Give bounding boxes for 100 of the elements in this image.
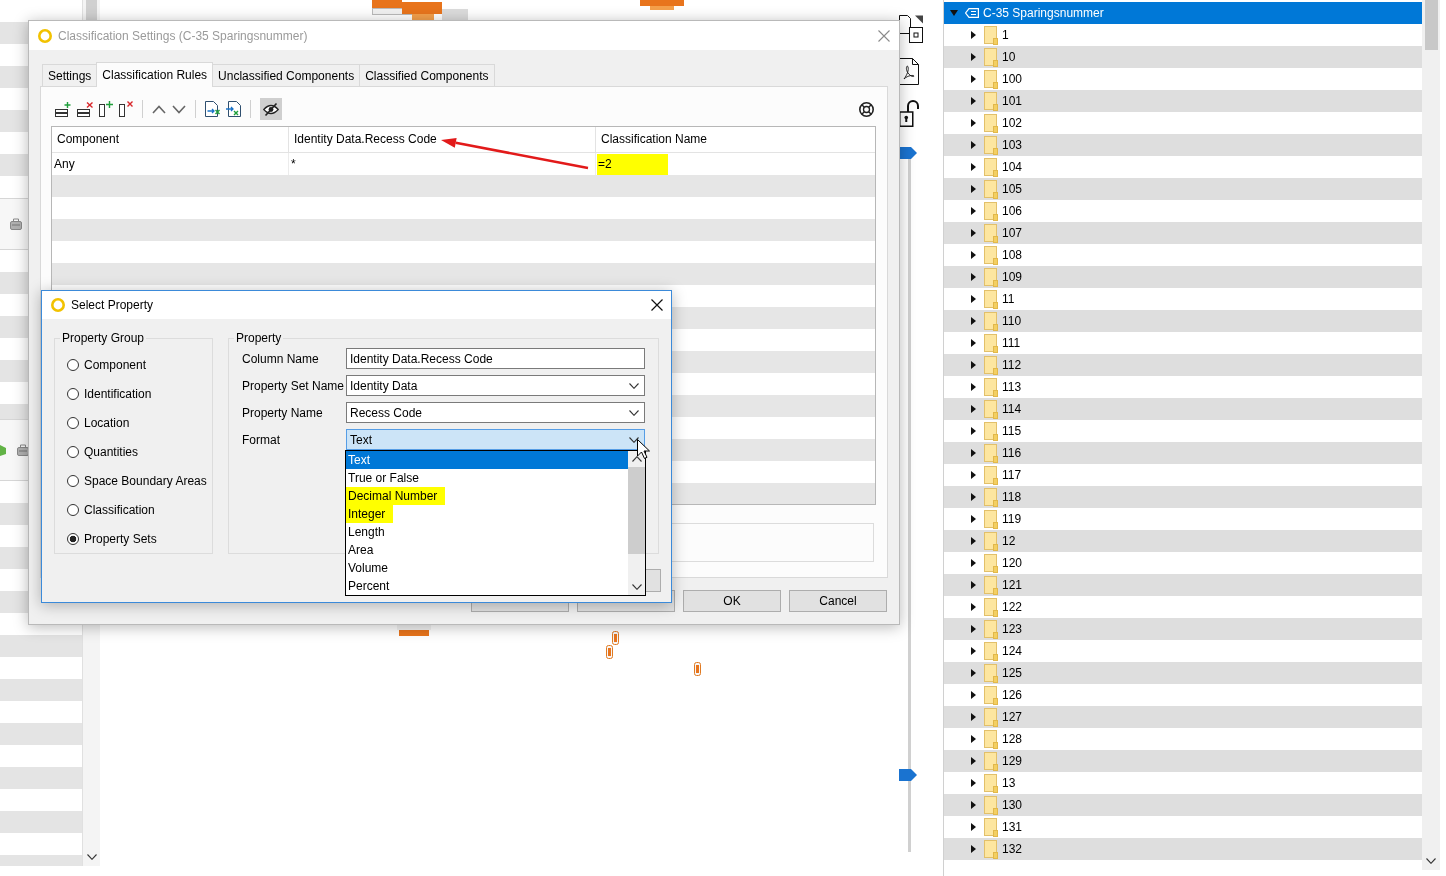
tree-item[interactable]: 116 <box>944 442 1422 464</box>
caret-right-icon[interactable] <box>970 119 976 127</box>
radio-option[interactable]: Quantities <box>60 437 207 466</box>
caret-right-icon[interactable] <box>970 713 976 721</box>
dropdown-field[interactable]: Identity Data <box>346 375 645 396</box>
caret-right-icon[interactable] <box>970 625 976 633</box>
caret-right-icon[interactable] <box>970 515 976 523</box>
list-option[interactable]: True or False <box>346 469 628 487</box>
radio-button[interactable] <box>67 358 79 371</box>
chevron-down-icon[interactable] <box>631 584 642 590</box>
caret-right-icon[interactable] <box>970 361 976 369</box>
caret-right-icon[interactable] <box>970 493 976 501</box>
tree-item[interactable]: 112 <box>944 354 1422 376</box>
caret-right-icon[interactable] <box>970 691 976 699</box>
export-file-icon[interactable] <box>205 101 220 117</box>
import-file-icon[interactable] <box>226 101 241 117</box>
dropdown-field[interactable]: Recess Code <box>346 402 645 423</box>
tree-item[interactable]: 109 <box>944 266 1422 288</box>
caret-right-icon[interactable] <box>970 229 976 237</box>
caret-right-icon[interactable] <box>970 757 976 765</box>
caret-right-icon[interactable] <box>970 405 976 413</box>
caret-right-icon[interactable] <box>970 251 976 259</box>
dialog-button[interactable]: Cancel <box>789 590 887 612</box>
radio-button[interactable] <box>67 445 79 458</box>
bag-icon[interactable] <box>10 218 22 230</box>
radio-option[interactable]: Location <box>60 408 207 437</box>
radio-option[interactable]: Property Sets <box>60 524 207 553</box>
radio-button[interactable] <box>67 387 79 400</box>
caret-down-icon[interactable] <box>950 10 958 16</box>
tab[interactable]: Unclassified Components <box>212 64 361 86</box>
caret-right-icon[interactable] <box>970 53 976 61</box>
text-field[interactable]: Identity Data.Recess Code <box>346 348 645 369</box>
list-option[interactable]: Volume <box>346 559 628 577</box>
dialog-button[interactable]: OK <box>683 590 781 612</box>
tree-item[interactable]: 10 <box>944 46 1422 68</box>
caret-right-icon[interactable] <box>970 537 976 545</box>
radio-button[interactable] <box>67 532 79 545</box>
tree-item[interactable]: 105 <box>944 178 1422 200</box>
scroll-thumb[interactable] <box>628 467 645 554</box>
radio-option[interactable]: Space Boundary Areas <box>60 466 207 495</box>
scroll-thumb[interactable] <box>86 0 97 20</box>
caret-right-icon[interactable] <box>970 801 976 809</box>
list-option[interactable]: Integer <box>346 505 394 523</box>
caret-right-icon[interactable] <box>970 471 976 479</box>
slider-handle[interactable] <box>899 769 917 781</box>
help-icon[interactable] <box>859 101 874 117</box>
radio-option[interactable]: Component <box>60 350 207 379</box>
tree-item[interactable]: 125 <box>944 662 1422 684</box>
toggle-button[interactable] <box>260 98 282 120</box>
caret-right-icon[interactable] <box>970 317 976 325</box>
caret-right-icon[interactable] <box>970 581 976 589</box>
caret-right-icon[interactable] <box>970 427 976 435</box>
tree-item[interactable]: 123 <box>944 618 1422 640</box>
caret-right-icon[interactable] <box>970 383 976 391</box>
pdf-document-icon[interactable] <box>899 58 919 85</box>
caret-right-icon[interactable] <box>970 779 976 787</box>
tab[interactable]: Classification Rules <box>96 62 214 87</box>
list-option[interactable]: Text <box>346 451 628 469</box>
tree-item[interactable]: 107 <box>944 222 1422 244</box>
tree-item[interactable]: 129 <box>944 750 1422 772</box>
caret-right-icon[interactable] <box>970 75 976 83</box>
chevron-up-icon[interactable] <box>152 104 166 114</box>
caret-right-icon[interactable] <box>970 647 976 655</box>
caret-right-icon[interactable] <box>970 295 976 303</box>
dropdown-field[interactable]: Text <box>346 429 645 450</box>
close-icon[interactable] <box>651 299 663 311</box>
caret-right-icon[interactable] <box>970 31 976 39</box>
tree-item[interactable]: 103 <box>944 134 1422 156</box>
tree-item[interactable]: 101 <box>944 90 1422 112</box>
caret-right-icon[interactable] <box>970 449 976 457</box>
caret-right-icon[interactable] <box>970 735 976 743</box>
radio-option[interactable]: Identification <box>60 379 207 408</box>
caret-right-icon[interactable] <box>970 339 976 347</box>
radio-button[interactable] <box>67 474 79 487</box>
caret-right-icon[interactable] <box>970 185 976 193</box>
bag-icon[interactable] <box>17 444 29 456</box>
caret-right-icon[interactable] <box>970 141 976 149</box>
radio-button[interactable] <box>67 416 79 429</box>
radio-button[interactable] <box>67 503 79 516</box>
caret-right-icon[interactable] <box>970 163 976 171</box>
add-row-icon[interactable] <box>55 101 71 117</box>
caret-right-icon[interactable] <box>970 823 976 831</box>
tree-item[interactable]: 114 <box>944 398 1422 420</box>
slider-handle[interactable] <box>899 147 917 159</box>
tree-item[interactable]: C-35 Sparingsnummer <box>944 2 1422 24</box>
tree-item[interactable]: 132 <box>944 838 1422 860</box>
add-column-icon[interactable] <box>99 101 113 117</box>
tab[interactable]: Settings <box>42 64 98 86</box>
tree-item[interactable]: 127 <box>944 706 1422 728</box>
chevron-down-icon[interactable] <box>172 104 186 114</box>
chevron-down-icon[interactable] <box>86 854 97 860</box>
list-option[interactable]: Area <box>346 541 628 559</box>
delete-row-icon[interactable] <box>77 101 93 117</box>
tree-item[interactable]: 121 <box>944 574 1422 596</box>
delete-column-icon[interactable] <box>119 101 133 117</box>
caret-right-icon[interactable] <box>970 207 976 215</box>
scroll-thumb[interactable] <box>1424 0 1438 50</box>
caret-right-icon[interactable] <box>970 603 976 611</box>
list-option[interactable]: Length <box>346 523 628 541</box>
unlocked-padlock-icon[interactable] <box>899 100 919 127</box>
